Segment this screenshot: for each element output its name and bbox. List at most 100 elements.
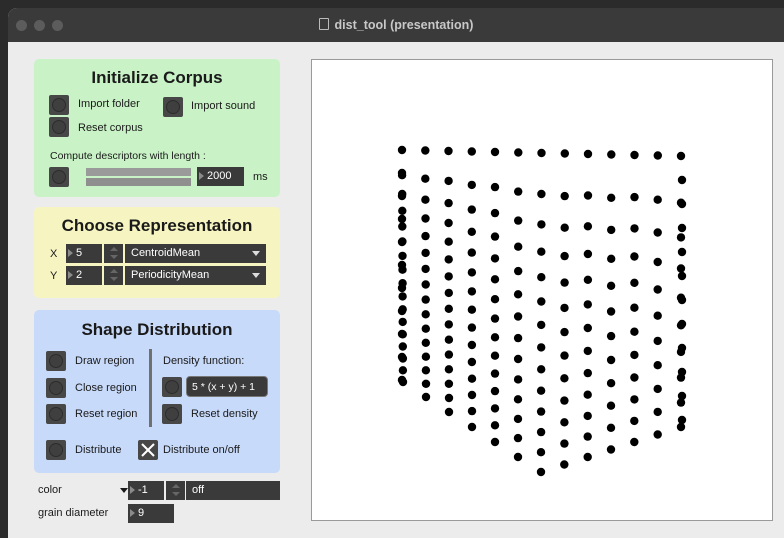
grain-dot	[677, 175, 687, 185]
grain-dot	[677, 319, 687, 329]
import-sound-label: Import sound	[191, 100, 256, 112]
color-stepper[interactable]	[166, 481, 185, 500]
grain-dot	[607, 150, 616, 159]
window-title: dist_tool (presentation)	[8, 8, 784, 42]
grain-dot	[421, 338, 430, 347]
grain-dot	[513, 375, 523, 384]
checkmark-x-icon	[141, 443, 155, 457]
reset-density-button[interactable]	[162, 404, 182, 424]
shape-distribution-title: Shape Distribution	[81, 320, 233, 339]
grain-dot	[560, 303, 569, 313]
y-descriptor-menu[interactable]: PeriodicityMean	[125, 266, 266, 285]
grain-dot	[583, 149, 593, 159]
grain-dot	[397, 306, 407, 316]
shape-distribution-panel: Shape Distribution Draw region Close reg…	[34, 310, 280, 473]
grain-dot	[444, 218, 453, 228]
x-index-number-box[interactable]: 5	[66, 244, 102, 263]
grain-dot	[537, 220, 546, 229]
x-descriptor-value: CentroidMean	[131, 247, 201, 259]
grain-dot	[653, 361, 662, 370]
grain-dot	[607, 193, 616, 202]
color-number-box[interactable]: -1	[128, 481, 164, 500]
grain-dot	[490, 254, 500, 263]
distribution-canvas[interactable]	[311, 59, 773, 521]
grain-dot	[677, 415, 687, 425]
grain-dot	[421, 352, 431, 361]
grain-dot	[397, 260, 407, 270]
grain-dot	[537, 247, 546, 256]
import-folder-button[interactable]	[49, 95, 69, 115]
y-index-number-box[interactable]: 2	[66, 266, 102, 285]
grain-dot	[421, 146, 430, 155]
grain-dot	[560, 278, 569, 287]
grain-dot	[630, 303, 639, 312]
grain-dot	[421, 324, 430, 333]
grain-dot	[514, 187, 523, 196]
reset-corpus-label: Reset corpus	[78, 122, 143, 134]
x-descriptor-menu[interactable]: CentroidMean	[125, 244, 266, 263]
grain-dot	[536, 448, 546, 457]
grain-dot	[467, 422, 477, 432]
grain-dot	[421, 195, 430, 204]
grain-dot	[467, 390, 477, 400]
color-mode-display[interactable]: off	[186, 481, 280, 500]
grain-dot	[444, 335, 454, 344]
compute-descriptors-button[interactable]	[49, 167, 69, 187]
grain-dot	[606, 281, 616, 290]
reset-corpus-button[interactable]	[49, 117, 69, 137]
x-axis-label: X	[50, 248, 58, 260]
grain-dot	[560, 327, 569, 337]
apply-density-button[interactable]	[162, 377, 182, 397]
grain-dot	[467, 340, 477, 350]
grain-dot	[537, 297, 546, 306]
grain-dot	[583, 222, 593, 231]
grain-dot	[444, 272, 453, 281]
grain-dot	[444, 379, 454, 388]
y-index-value: 2	[76, 269, 83, 281]
x-index-value: 5	[76, 247, 83, 259]
grain-dot	[444, 146, 453, 156]
grain-dot	[537, 189, 546, 199]
length-number-box[interactable]: 2000	[197, 167, 244, 186]
grain-dot	[444, 304, 453, 313]
grain-dot	[467, 180, 476, 190]
distribute-toggle[interactable]	[138, 440, 158, 460]
grain-dot	[536, 386, 546, 395]
color-menu[interactable]: color	[30, 481, 128, 500]
reset-region-button[interactable]	[46, 404, 66, 424]
grain-dot	[630, 327, 639, 336]
grain-dot	[490, 421, 500, 430]
grain-dot	[653, 228, 662, 237]
grain-dot	[398, 366, 408, 375]
y-index-stepper[interactable]	[104, 266, 123, 285]
grain-dot	[397, 191, 407, 201]
grain-diameter-number-box[interactable]: 9	[128, 504, 174, 523]
grain-dot	[490, 386, 500, 396]
grain-dot	[444, 255, 453, 264]
import-sound-button[interactable]	[163, 97, 183, 117]
grain-dot	[513, 354, 523, 364]
grain-dot	[398, 222, 407, 231]
grain-dot	[583, 275, 593, 284]
grain-dot	[514, 148, 523, 157]
grain-dot	[513, 333, 523, 343]
distribute-button[interactable]	[46, 440, 66, 460]
grain-dot	[490, 147, 500, 157]
grain-dot	[653, 257, 662, 267]
draw-region-button[interactable]	[46, 351, 66, 371]
density-expression-box[interactable]: 5 * (x + y) + 1	[186, 376, 268, 397]
x-index-stepper[interactable]	[104, 244, 123, 263]
grain-dot	[514, 266, 523, 276]
x-descriptor-chevron-down-icon	[252, 251, 260, 256]
grain-dot	[653, 336, 662, 346]
grain-dot	[583, 452, 592, 462]
grain-dot	[444, 198, 453, 208]
length-slider-track[interactable]	[86, 168, 191, 176]
close-region-button[interactable]	[46, 378, 66, 398]
grain-dot	[677, 223, 687, 233]
distribute-toggle-label: Distribute on/off	[163, 444, 240, 456]
grain-dot	[537, 343, 546, 352]
grain-dot	[444, 237, 453, 246]
import-folder-label: Import folder	[78, 98, 140, 110]
grain-dot	[444, 320, 453, 329]
